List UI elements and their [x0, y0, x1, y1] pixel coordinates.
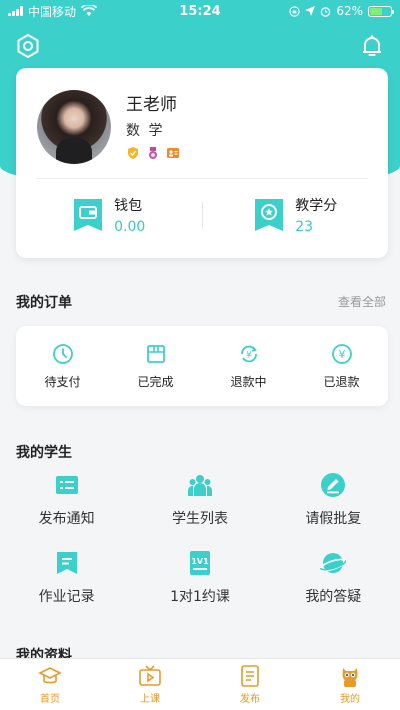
svg-text:¥: ¥: [338, 348, 345, 361]
grid-label: 请假批复: [305, 511, 362, 527]
tab-label: 发布: [240, 693, 260, 705]
tab-label: 首页: [40, 693, 60, 705]
teacher-name: 王老师: [126, 95, 177, 115]
id-card-badge-icon: [167, 148, 179, 158]
my-qa-entry[interactable]: 我的答疑: [267, 550, 400, 628]
clock-icon: [52, 343, 73, 364]
refund-cycle-icon: ¥: [240, 345, 257, 362]
signal-icon: [8, 6, 23, 16]
tab-home[interactable]: 首页: [0, 659, 100, 710]
teaching-points-value: 23: [295, 219, 314, 235]
tab-label: 上课: [140, 693, 160, 705]
grid-label: 1对1约课: [170, 589, 230, 605]
leave-approve-icon: [321, 473, 346, 497]
students-grid: 发布通知 学生列表 请假批复 作业记录 1V1 1对1约课 我的答疑: [0, 472, 400, 628]
tab-publish[interactable]: 发布: [200, 659, 300, 710]
wifi-icon: [81, 5, 98, 16]
teacher-subject: 数 学: [126, 123, 165, 139]
order-label: 退款中: [230, 374, 267, 389]
order-pending-payment[interactable]: 待支付: [16, 326, 109, 406]
tab-label: 我的: [340, 693, 360, 705]
publish-notice-entry[interactable]: 发布通知: [0, 472, 133, 550]
svg-text:¥: ¥: [246, 350, 252, 360]
wallet-entry[interactable]: 钱包 0.00: [16, 190, 202, 240]
orientation-lock-icon: [289, 5, 300, 17]
bottom-tab-bar: 首页 上课 发布 我的: [0, 658, 400, 710]
grid-label: 学生列表: [171, 511, 228, 527]
avatar[interactable]: [37, 90, 111, 164]
alarm-icon: [321, 6, 331, 17]
wallet-value: 0.00: [114, 219, 146, 235]
one-on-one-icon: 1V1: [189, 551, 210, 575]
homework-icon: [56, 552, 77, 574]
orders-section-title: 我的订单: [16, 295, 72, 311]
order-refunding[interactable]: ¥ 退款中: [202, 326, 295, 406]
leave-approval-entry[interactable]: 请假批复: [267, 472, 400, 550]
carrier-label: 中国移动: [28, 4, 77, 19]
teaching-points-entry[interactable]: 教学分 23: [203, 190, 389, 240]
profile-card: 王老师 数 学 钱包 0.00 教学分 23: [16, 68, 388, 258]
one-on-one-booking-entry[interactable]: 1V1 1对1约课: [133, 550, 266, 628]
battery-icon: [368, 5, 394, 17]
box-icon: [146, 344, 165, 363]
notice-icon: [55, 476, 78, 494]
refunded-icon: ¥: [331, 343, 352, 364]
bell-icon[interactable]: [358, 32, 386, 60]
status-bar: 中国移动 15:24 62%: [0, 0, 400, 22]
students-section-title: 我的学生: [16, 445, 72, 461]
homework-records-entry[interactable]: 作业记录: [0, 550, 133, 628]
tab-profile[interactable]: 我的: [300, 659, 400, 710]
class-icon: [139, 664, 161, 686]
svg-text:1V1: 1V1: [191, 557, 209, 566]
status-time: 15:24: [179, 3, 221, 19]
orders-card: 待支付 已完成 ¥ 退款中 ¥ 已退款: [16, 326, 388, 406]
wallet-label: 钱包: [114, 198, 143, 214]
profile-icon: [342, 667, 358, 687]
points-ribbon-icon: [255, 199, 284, 231]
settings-icon[interactable]: [14, 32, 42, 60]
teaching-points-label: 教学分: [295, 198, 338, 214]
tab-class[interactable]: 上课: [100, 659, 200, 710]
wallet-icon: [74, 199, 103, 231]
view-all-orders-link[interactable]: 查看全部: [338, 293, 386, 310]
badge-row: [126, 146, 180, 160]
grid-label: 我的答疑: [305, 589, 362, 605]
order-label: 已退款: [323, 374, 360, 389]
card-divider: [36, 178, 368, 179]
shield-badge-icon: [128, 147, 138, 159]
grid-label: 发布通知: [38, 511, 95, 527]
students-icon: [187, 475, 212, 496]
location-icon: [305, 6, 316, 16]
grid-label: 作业记录: [38, 589, 95, 605]
student-list-entry[interactable]: 学生列表: [133, 472, 266, 550]
order-refunded[interactable]: ¥ 已退款: [295, 326, 388, 406]
wallet-row: 钱包 0.00 教学分 23: [16, 190, 388, 240]
qa-icon: [320, 553, 347, 573]
order-label: 已完成: [137, 374, 174, 389]
order-completed[interactable]: 已完成: [109, 326, 202, 406]
battery-percent: 62%: [336, 4, 363, 18]
home-icon: [38, 666, 62, 683]
publish-icon: [241, 664, 259, 687]
medal-badge-icon: [149, 147, 157, 159]
order-label: 待支付: [44, 374, 81, 389]
